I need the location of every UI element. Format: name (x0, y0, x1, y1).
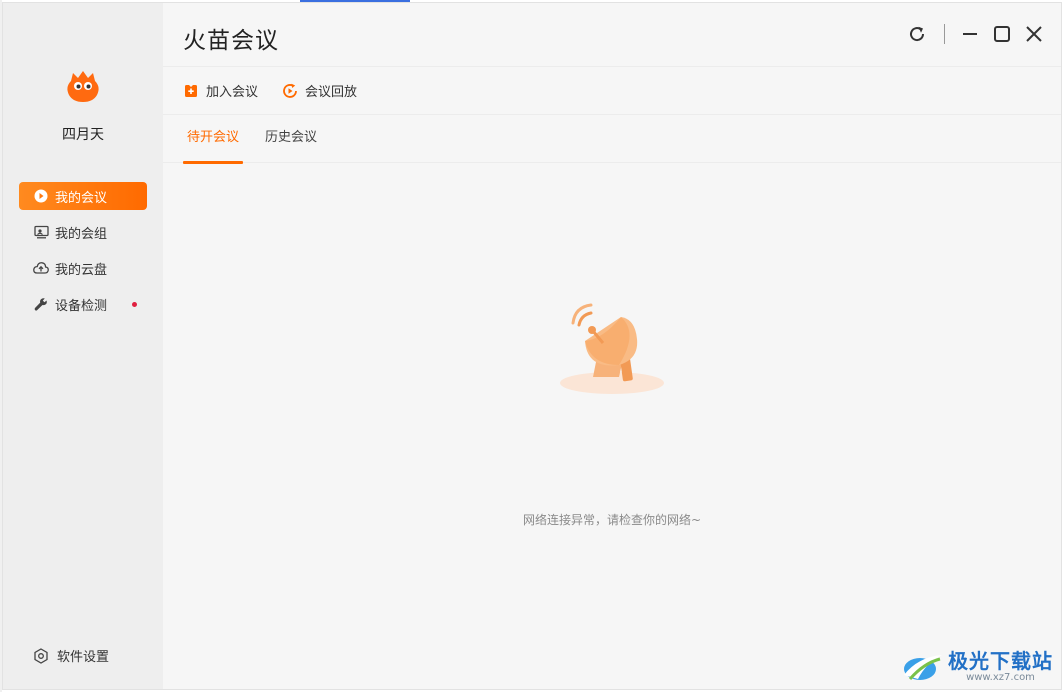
toolbar: 加入会议 会议回放 (163, 67, 1061, 115)
watermark-title: 极光下载站 (948, 649, 1053, 673)
group-screen-icon (33, 224, 49, 240)
avatar[interactable] (63, 67, 103, 107)
sidebar-item-label: 设备检测 (55, 298, 108, 314)
app-title: 火苗会议 (183, 28, 279, 54)
wrench-icon (33, 296, 49, 312)
window-controls (906, 23, 1045, 45)
meeting-playback-button[interactable]: 会议回放 (282, 81, 357, 100)
username: 四月天 (62, 127, 104, 143)
watermark-url: www.xz7.com (966, 672, 1035, 683)
sidebar-item-my-meetings[interactable]: 我的会议 (19, 182, 147, 210)
settings-label: 软件设置 (57, 650, 110, 665)
empty-state-message: 网络连接异常，请检查你的网络~ (522, 513, 702, 527)
play-circle-icon (33, 188, 49, 204)
app-window: 四月天 我的会议 我的会组 我的云盘 设备检测 软件设置 火苗会议 加入会议 会… (2, 2, 1062, 690)
software-settings-button[interactable]: 软件设置 (33, 646, 109, 665)
tab-upcoming-meetings[interactable]: 待开会议 (183, 115, 244, 164)
tab-history-meetings[interactable]: 历史会议 (261, 115, 321, 163)
sidebar: 四月天 我的会议 我的会组 我的云盘 设备检测 软件设置 (3, 3, 163, 689)
refresh-icon[interactable] (906, 23, 928, 45)
sidebar-item-label: 我的会组 (55, 226, 108, 242)
watermark: 极光下载站 www.xz7.com (900, 649, 1053, 685)
settings-hexagon-icon (33, 647, 49, 664)
window-controls-divider (944, 24, 945, 44)
cloud-upload-icon (33, 260, 49, 276)
close-icon[interactable] (1023, 23, 1045, 45)
meeting-playback-label: 会议回放 (305, 85, 358, 100)
minimize-icon[interactable] (959, 23, 981, 45)
join-meeting-label: 加入会议 (206, 85, 259, 100)
join-meeting-button[interactable]: 加入会议 (183, 81, 258, 100)
sidebar-item-device-test[interactable]: 设备检测 (19, 290, 147, 318)
maximize-icon[interactable] (991, 23, 1013, 45)
sidebar-item-my-groups[interactable]: 我的会组 (19, 218, 147, 246)
meeting-tabs: 待开会议 历史会议 (163, 115, 1061, 164)
watermark-logo (904, 655, 942, 680)
sidebar-nav: 我的会议 我的会组 我的云盘 设备检测 (19, 182, 147, 326)
title-bar: 火苗会议 (163, 3, 1061, 67)
main-panel: 火苗会议 加入会议 会议回放 待开会议 历史会议 网络连接异常，请检查你的网络~… (163, 3, 1061, 689)
sidebar-item-my-cloud[interactable]: 我的云盘 (19, 254, 147, 282)
sidebar-item-label: 我的会议 (55, 190, 108, 206)
join-meeting-icon (183, 83, 199, 99)
notification-dot (132, 302, 137, 307)
sidebar-item-label: 我的云盘 (55, 262, 108, 278)
satellite-dish-icon (560, 303, 664, 394)
playback-icon (282, 83, 298, 99)
